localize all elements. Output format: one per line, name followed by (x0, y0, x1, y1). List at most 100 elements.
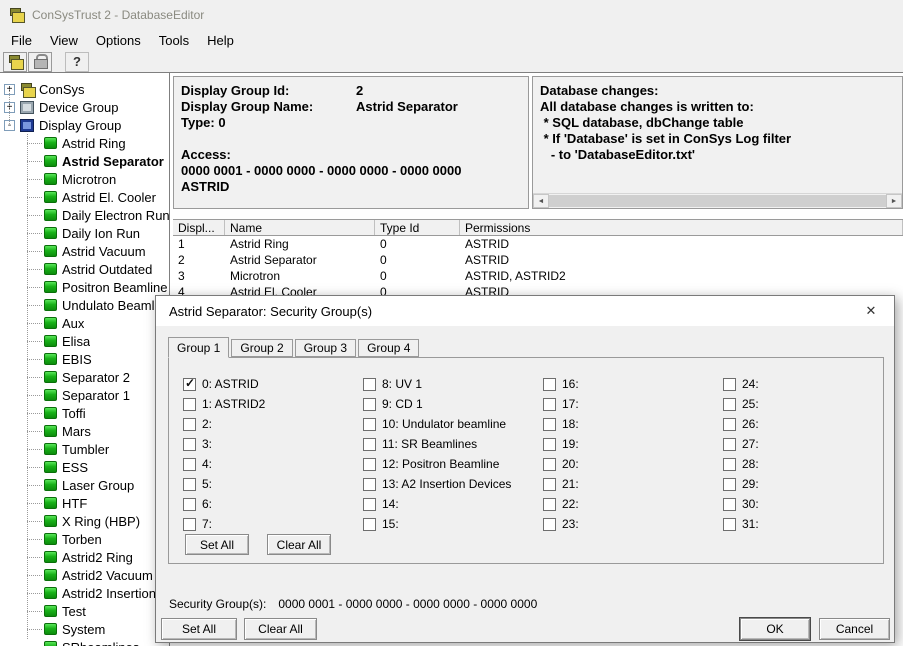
tree-item[interactable]: ESS (0, 458, 169, 476)
tree-item-label[interactable]: SRbeamlines (62, 640, 139, 646)
tree-item[interactable]: SRbeamlines (0, 638, 169, 646)
tree-item[interactable]: Test (0, 602, 169, 620)
security-group-checkbox-row[interactable]: 22: (543, 494, 723, 514)
security-group-checkbox-row[interactable]: 5: (183, 474, 363, 494)
tree-item-label[interactable]: HTF (62, 496, 87, 511)
tree-root-display-group[interactable]: - Display Group (0, 116, 169, 134)
security-group-checkbox-row[interactable]: 29: (723, 474, 877, 494)
tree-item[interactable]: Separator 2 (0, 368, 169, 386)
horizontal-scrollbar[interactable]: ◄ ► (533, 193, 902, 208)
checkbox-icon[interactable] (183, 418, 196, 431)
security-group-checkbox-row[interactable]: 3: (183, 434, 363, 454)
tree-item-label[interactable]: Toffi (62, 406, 86, 421)
tree-item[interactable]: Laser Group (0, 476, 169, 494)
security-group-checkbox-row[interactable]: 11: SR Beamlines (363, 434, 543, 454)
tree-item[interactable]: Astrid Vacuum (0, 242, 169, 260)
security-group-checkbox-row[interactable]: 14: (363, 494, 543, 514)
tree-item[interactable]: Astrid2 Ring (0, 548, 169, 566)
tree-item[interactable]: Toffi (0, 404, 169, 422)
tree-item[interactable]: Astrid2 Vacuum (0, 566, 169, 584)
tree-item[interactable]: System (0, 620, 169, 638)
tree-item-label[interactable]: Aux (62, 316, 84, 331)
tree-item-label[interactable]: Daily Electron Run (62, 208, 169, 223)
tree-item-label[interactable]: Separator 2 (62, 370, 130, 385)
tree-item[interactable]: Undulato Beamline (0, 296, 169, 314)
tree-item[interactable]: HTF (0, 494, 169, 512)
column-header-type-id[interactable]: Type Id (375, 220, 460, 235)
tree-item[interactable]: X Ring (HBP) (0, 512, 169, 530)
menu-item[interactable]: File (2, 31, 41, 50)
tree-item[interactable]: Astrid2 Insertion Dev (0, 584, 169, 602)
security-group-checkbox-row[interactable]: 17: (543, 394, 723, 414)
menu-item[interactable]: Tools (150, 31, 198, 50)
security-group-checkbox-row[interactable]: 12: Positron Beamline (363, 454, 543, 474)
tree-item-label[interactable]: Positron Beamline (62, 280, 168, 295)
tree-item-label[interactable]: Laser Group (62, 478, 134, 493)
tree-item-label[interactable]: Elisa (62, 334, 90, 349)
tree-root-label[interactable]: Display Group (39, 118, 121, 133)
tree-item-label[interactable]: Astrid El. Cooler (62, 190, 156, 205)
tree-item[interactable]: EBIS (0, 350, 169, 368)
tree-item-label[interactable]: Astrid2 Ring (62, 550, 133, 565)
tree-item-label[interactable]: System (62, 622, 105, 637)
security-group-checkbox-row[interactable]: 7: (183, 514, 363, 534)
clear-all-button[interactable]: Clear All (244, 618, 317, 640)
checkbox-icon[interactable] (543, 438, 556, 451)
security-group-checkbox-row[interactable]: 18: (543, 414, 723, 434)
tree-item-label[interactable]: X Ring (HBP) (62, 514, 140, 529)
table-row[interactable]: 2 Astrid Separator 0 ASTRID (173, 252, 903, 268)
security-group-checkbox-row[interactable]: 13: A2 Insertion Devices (363, 474, 543, 494)
security-group-checkbox-row[interactable]: 26: (723, 414, 877, 434)
help-toolbar-button[interactable]: ? (65, 52, 89, 72)
column-header-display[interactable]: Displ... (173, 220, 225, 235)
checkbox-icon[interactable] (543, 478, 556, 491)
tree-item[interactable]: Daily Electron Run (0, 206, 169, 224)
checkbox-icon[interactable] (723, 518, 736, 531)
checkbox-icon[interactable] (363, 478, 376, 491)
scrollbar-thumb[interactable] (549, 195, 886, 207)
tree-item[interactable]: Torben (0, 530, 169, 548)
tree-item-label[interactable]: Astrid2 Insertion Dev (62, 586, 169, 601)
security-group-checkbox-row[interactable]: 21: (543, 474, 723, 494)
security-group-checkbox-row[interactable]: 6: (183, 494, 363, 514)
tree-item[interactable]: Tumbler (0, 440, 169, 458)
tab-group[interactable]: Group 1 (168, 337, 229, 358)
checkbox-icon[interactable] (723, 478, 736, 491)
tree-item-label[interactable]: Astrid Separator (62, 154, 164, 169)
tree-item[interactable]: Astrid Separator (0, 152, 169, 170)
tab-clear-all-button[interactable]: Clear All (267, 534, 331, 555)
tree-item-label[interactable]: Tumbler (62, 442, 109, 457)
tree-item-label[interactable]: Astrid2 Vacuum (62, 568, 153, 583)
tree-item[interactable]: Astrid Ring (0, 134, 169, 152)
checkbox-icon[interactable] (363, 438, 376, 451)
security-group-checkbox-row[interactable]: 4: (183, 454, 363, 474)
tree-item[interactable]: Mars (0, 422, 169, 440)
scroll-right-icon[interactable]: ► (886, 194, 902, 208)
security-group-checkbox-row[interactable]: 23: (543, 514, 723, 534)
checkbox-icon[interactable] (543, 498, 556, 511)
tab-group[interactable]: Group 3 (295, 339, 356, 357)
checkbox-icon[interactable] (363, 518, 376, 531)
tree-item-label[interactable]: EBIS (62, 352, 92, 367)
security-group-checkbox-row[interactable]: 0: ASTRID (183, 374, 363, 394)
menu-item[interactable]: Options (87, 31, 150, 50)
tree-item-label[interactable]: Torben (62, 532, 102, 547)
checkbox-icon[interactable] (723, 458, 736, 471)
checkbox-icon[interactable] (363, 418, 376, 431)
security-group-checkbox-row[interactable]: 19: (543, 434, 723, 454)
tree-item[interactable]: Daily Ion Run (0, 224, 169, 242)
tree-root-label[interactable]: ConSys (39, 82, 85, 97)
security-group-checkbox-row[interactable]: 31: (723, 514, 877, 534)
tree-item[interactable]: Aux (0, 314, 169, 332)
security-group-checkbox-row[interactable]: 2: (183, 414, 363, 434)
checkbox-icon[interactable] (183, 498, 196, 511)
checkbox-icon[interactable] (543, 378, 556, 391)
checkbox-icon[interactable] (183, 378, 196, 391)
set-all-button[interactable]: Set All (161, 618, 237, 640)
security-group-checkbox-row[interactable]: 24: (723, 374, 877, 394)
security-group-checkbox-row[interactable]: 15: (363, 514, 543, 534)
lock-toolbar-button[interactable] (28, 52, 52, 72)
checkbox-icon[interactable] (183, 518, 196, 531)
security-group-checkbox-row[interactable]: 30: (723, 494, 877, 514)
ok-button[interactable]: OK (740, 618, 810, 640)
